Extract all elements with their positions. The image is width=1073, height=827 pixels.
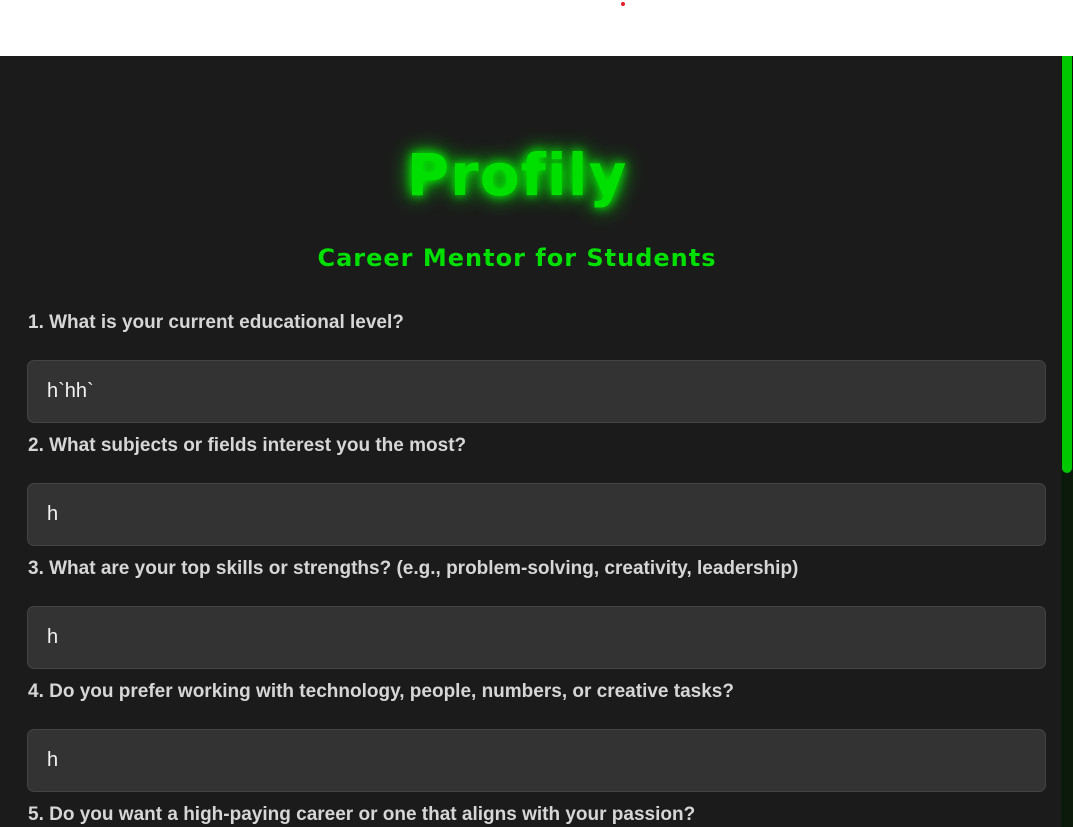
scrollbar-thumb[interactable] [1062, 56, 1072, 473]
question-1-answer-input[interactable] [27, 360, 1046, 423]
app-logo: Profily [406, 141, 628, 209]
question-2-answer-input[interactable] [27, 483, 1046, 546]
question-3-answer-input[interactable] [27, 606, 1046, 669]
app-subtitle: Career Mentor for Students [317, 244, 717, 272]
question-4-answer-input[interactable] [27, 729, 1046, 792]
question-2-label: 2. What subjects or fields interest you … [28, 435, 467, 456]
question-4-label: 4. Do you prefer working with technology… [28, 681, 734, 702]
question-1-label: 1. What is your current educational leve… [28, 312, 404, 333]
question-3-label: 3. What are your top skills or strengths… [28, 558, 799, 579]
question-5-label: 5. Do you want a high-paying career or o… [28, 804, 696, 825]
scrollbar-track[interactable] [1061, 56, 1073, 827]
browser-top-area [0, 0, 1073, 56]
app-container: Profily Career Mentor for Students 1. Wh… [0, 56, 1073, 827]
red-marker-dot [621, 2, 625, 6]
